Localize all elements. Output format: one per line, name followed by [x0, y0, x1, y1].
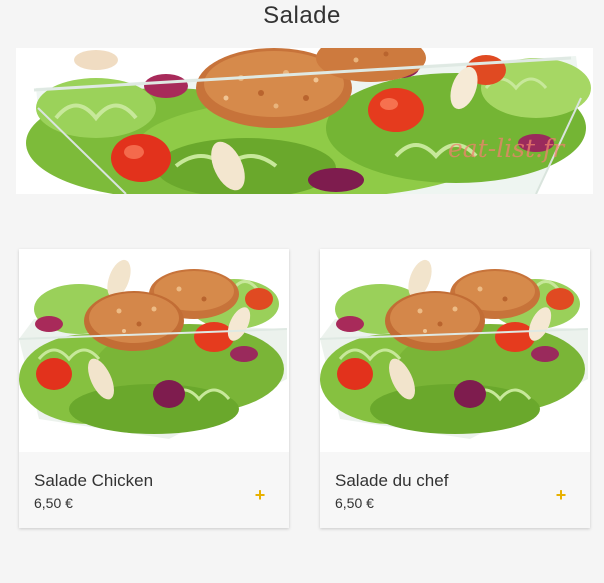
hero-banner-image: eat-list.fr — [16, 48, 593, 194]
salad-bowl-illustration — [19, 249, 289, 452]
product-image — [320, 249, 590, 452]
product-price: 6,50 € — [34, 495, 73, 511]
product-card-salade-chicken[interactable]: Salade Chicken 6,50 € + — [19, 249, 289, 528]
plus-icon: + — [555, 485, 567, 505]
add-to-cart-button[interactable]: + — [251, 486, 269, 504]
product-name: Salade Chicken — [34, 471, 154, 490]
product-name: Salade du chef — [335, 471, 449, 490]
product-info: Salade du chef 6,50 € + — [320, 452, 590, 528]
salad-bowl-illustration — [320, 249, 590, 452]
plus-icon: + — [254, 485, 266, 505]
add-to-cart-button[interactable]: + — [552, 486, 570, 504]
product-image — [19, 249, 289, 452]
page-title: Salade — [263, 2, 341, 29]
product-info: Salade Chicken 6,50 € + — [19, 452, 289, 528]
hero-watermark: eat-list.fr — [448, 134, 565, 163]
hero-salad-illustration — [16, 48, 593, 194]
product-card-salade-du-chef[interactable]: Salade du chef 6,50 € + — [320, 249, 590, 528]
product-price: 6,50 € — [335, 495, 374, 511]
menu-category-page: Salade eat-list.fr Salade Chicken 6,50 €… — [0, 0, 604, 583]
